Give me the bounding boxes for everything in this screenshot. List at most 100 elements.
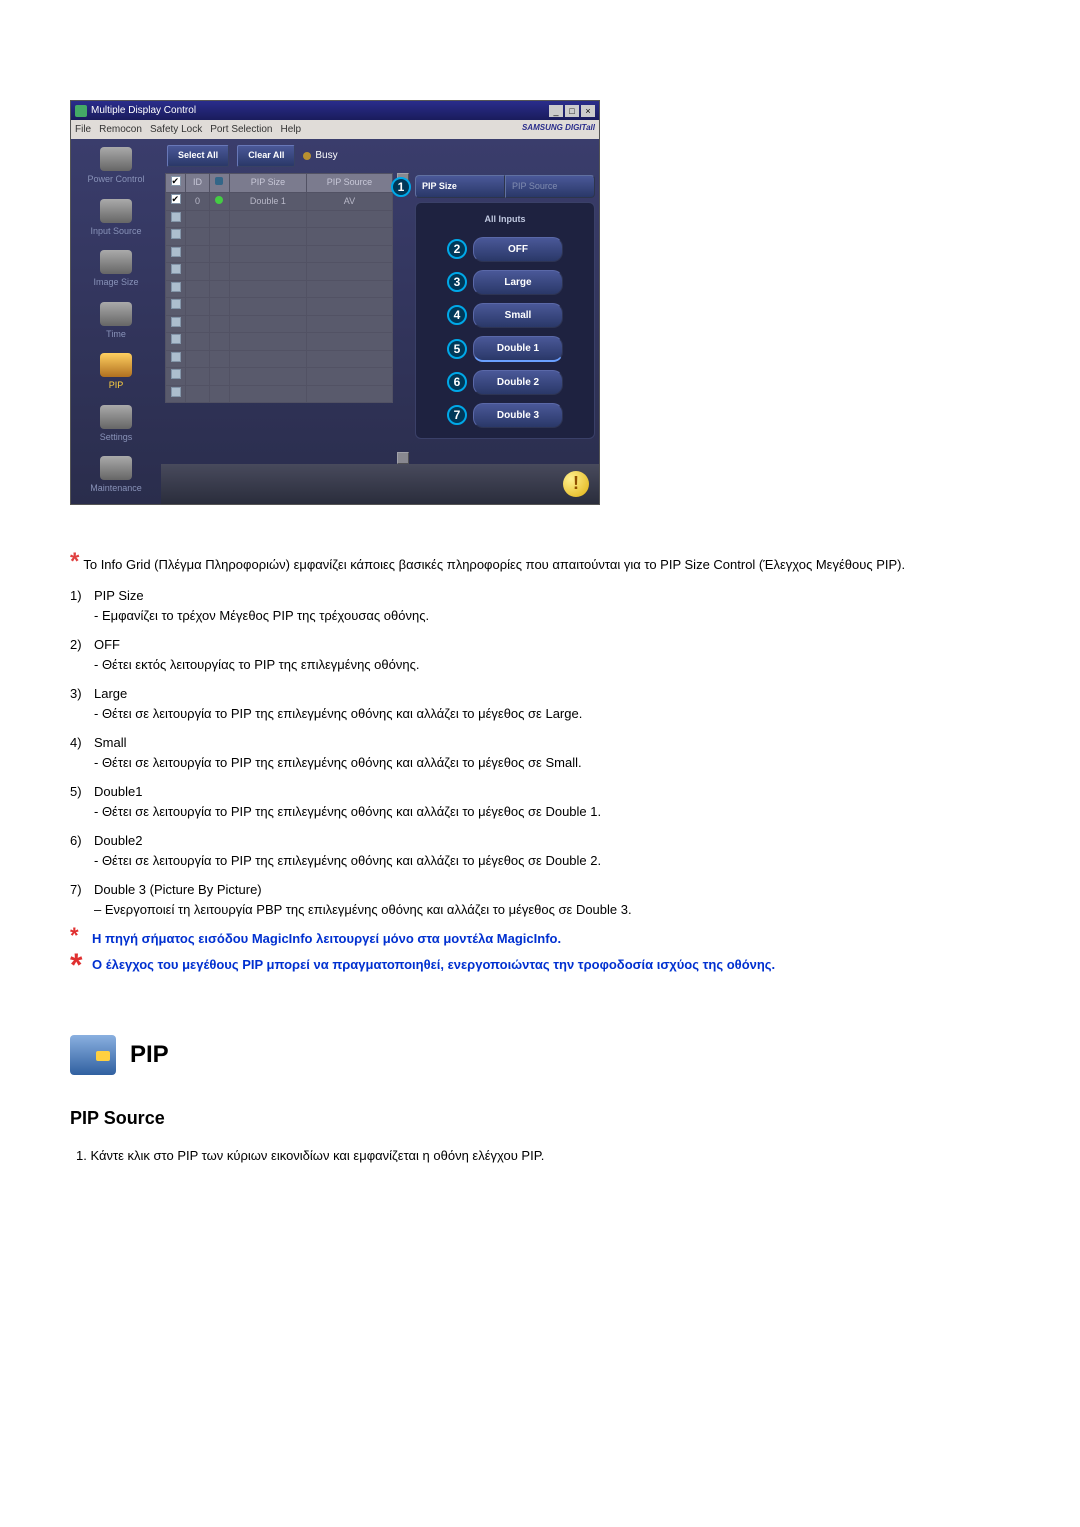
item-title: PIP Size bbox=[94, 588, 144, 603]
menu-port-selection[interactable]: Port Selection bbox=[210, 122, 272, 137]
row-checkbox[interactable] bbox=[171, 247, 181, 257]
table-row[interactable] bbox=[166, 298, 393, 316]
sidebar-power-control[interactable]: Power Control bbox=[73, 147, 159, 187]
select-all-button[interactable]: Select All bbox=[167, 145, 229, 167]
item-desc: - Θέτει εκτός λειτουργίας το PIP της επι… bbox=[70, 655, 1010, 675]
star-icon: * bbox=[70, 929, 88, 943]
row-checkbox[interactable] bbox=[171, 194, 181, 204]
scroll-down-icon[interactable] bbox=[397, 452, 409, 464]
menu-help[interactable]: Help bbox=[280, 122, 301, 137]
table-row[interactable] bbox=[166, 350, 393, 368]
menu-file[interactable]: File bbox=[75, 122, 91, 137]
table-row[interactable] bbox=[166, 385, 393, 403]
power-icon bbox=[100, 147, 132, 171]
settings-icon bbox=[100, 405, 132, 429]
info-table: ID PIP Size PIP Source 0 Doub bbox=[165, 173, 393, 404]
row-checkbox[interactable] bbox=[171, 299, 181, 309]
table-row[interactable] bbox=[166, 210, 393, 228]
titlebar: Multiple Display Control _ □ × bbox=[71, 101, 599, 120]
row-checkbox[interactable] bbox=[171, 334, 181, 344]
star-icon: * bbox=[70, 955, 88, 975]
magicinfo-note: * Η πηγή σήματος εισόδου MagicInfo λειτο… bbox=[70, 929, 1010, 949]
option-large[interactable]: Large bbox=[473, 270, 563, 295]
sidebar-maintenance[interactable]: Maintenance bbox=[73, 456, 159, 496]
sidebar-image-size[interactable]: Image Size bbox=[73, 250, 159, 290]
sidebar: Power Control Input Source Image Size Ti… bbox=[71, 139, 161, 504]
time-icon bbox=[100, 302, 132, 326]
row-checkbox[interactable] bbox=[171, 352, 181, 362]
item-num: 5) bbox=[70, 782, 94, 802]
sidebar-settings[interactable]: Settings bbox=[73, 405, 159, 445]
feature-list: 1)PIP Size - Εμφανίζει το τρέχον Μέγεθος… bbox=[70, 586, 1010, 919]
row-checkbox[interactable] bbox=[171, 282, 181, 292]
table-row[interactable] bbox=[166, 228, 393, 246]
close-btn[interactable]: × bbox=[581, 105, 595, 117]
window-title: Multiple Display Control bbox=[91, 103, 549, 118]
minimize-btn[interactable]: _ bbox=[549, 105, 563, 117]
item-num: 6) bbox=[70, 831, 94, 851]
callout-4: 4 bbox=[447, 305, 467, 325]
menubar: File Remocon Safety Lock Port Selection … bbox=[71, 120, 599, 139]
item-desc: - Θέτει σε λειτουργία το PIP της επιλεγμ… bbox=[70, 753, 1010, 773]
row-checkbox[interactable] bbox=[171, 317, 181, 327]
callout-5: 5 bbox=[447, 339, 467, 359]
pip-big-icon bbox=[70, 1035, 116, 1075]
pip-icon bbox=[100, 353, 132, 377]
intro-note: * Το Info Grid (Πλέγμα Πληροφοριών) εμφα… bbox=[70, 555, 1010, 575]
col-pip-source[interactable]: PIP Source bbox=[306, 173, 392, 193]
col-status[interactable] bbox=[209, 173, 229, 193]
item-title: Large bbox=[94, 686, 127, 701]
list-item: 2)OFF - Θέτει εκτός λειτουργίας το PIP τ… bbox=[70, 635, 1010, 674]
sidebar-pip[interactable]: PIP bbox=[73, 353, 159, 393]
option-double2[interactable]: Double 2 bbox=[473, 370, 563, 395]
row-checkbox[interactable] bbox=[171, 212, 181, 222]
busy-led-icon bbox=[303, 152, 311, 160]
option-small[interactable]: Small bbox=[473, 303, 563, 328]
row-checkbox[interactable] bbox=[171, 369, 181, 379]
menu-safety-lock[interactable]: Safety Lock bbox=[150, 122, 202, 137]
table-row[interactable] bbox=[166, 245, 393, 263]
col-pip-size[interactable]: PIP Size bbox=[229, 173, 306, 193]
row-checkbox[interactable] bbox=[171, 264, 181, 274]
sidebar-input-source[interactable]: Input Source bbox=[73, 199, 159, 239]
table-row[interactable] bbox=[166, 280, 393, 298]
option-double3[interactable]: Double 3 bbox=[473, 403, 563, 428]
row-checkbox[interactable] bbox=[171, 229, 181, 239]
item-desc: - Θέτει σε λειτουργία το PIP της επιλεγμ… bbox=[70, 704, 1010, 724]
callout-2: 2 bbox=[447, 239, 467, 259]
pip-section-header: PIP bbox=[70, 1035, 1010, 1075]
item-title: Double 3 (Picture By Picture) bbox=[94, 882, 262, 897]
table-row[interactable] bbox=[166, 315, 393, 333]
option-off[interactable]: OFF bbox=[473, 237, 563, 262]
pip-source-tab[interactable]: PIP Source bbox=[505, 175, 595, 199]
window-controls: _ □ × bbox=[549, 105, 595, 117]
cell-pip-source: AV bbox=[306, 193, 392, 211]
option-double1[interactable]: Double 1 bbox=[473, 336, 563, 362]
power-note: * Ο έλεγχος του μεγέθους PIP μπορεί να π… bbox=[70, 955, 1010, 975]
content-area: Select All Clear All Busy ID bbox=[161, 139, 599, 504]
row-checkbox[interactable] bbox=[171, 387, 181, 397]
table-scrollbar[interactable] bbox=[397, 173, 409, 464]
clear-all-button[interactable]: Clear All bbox=[237, 145, 295, 167]
star-icon: * bbox=[70, 555, 79, 569]
pip-size-tab[interactable]: PIP Size bbox=[415, 175, 505, 199]
table-row[interactable]: 0 Double 1 AV bbox=[166, 193, 393, 211]
note-text: Ο έλεγχος του μεγέθους PIP μπορεί να πρα… bbox=[92, 955, 775, 975]
sidebar-time[interactable]: Time bbox=[73, 302, 159, 342]
intro-text: Το Info Grid (Πλέγμα Πληροφοριών) εμφανί… bbox=[83, 555, 1010, 575]
doc-section: * Το Info Grid (Πλέγμα Πληροφοριών) εμφα… bbox=[70, 555, 1010, 1166]
table-row[interactable] bbox=[166, 368, 393, 386]
maximize-btn[interactable]: □ bbox=[565, 105, 579, 117]
col-check[interactable] bbox=[166, 173, 186, 193]
pip-source-step: 1. Κάντε κλικ στο PIP των κύριων εικονιδ… bbox=[70, 1146, 1010, 1166]
warning-icon[interactable]: ! bbox=[563, 471, 589, 497]
content-flex: ID PIP Size PIP Source 0 Doub bbox=[161, 173, 599, 464]
table-row[interactable] bbox=[166, 263, 393, 281]
item-desc: – Ενεργοποιεί τη λειτουργία PBP της επιλ… bbox=[70, 900, 1010, 920]
list-item: 7)Double 3 (Picture By Picture) – Ενεργο… bbox=[70, 880, 1010, 919]
item-title: Double2 bbox=[94, 833, 142, 848]
table-row[interactable] bbox=[166, 333, 393, 351]
col-id[interactable]: ID bbox=[186, 173, 210, 193]
item-num: 3) bbox=[70, 684, 94, 704]
menu-remocon[interactable]: Remocon bbox=[99, 122, 142, 137]
